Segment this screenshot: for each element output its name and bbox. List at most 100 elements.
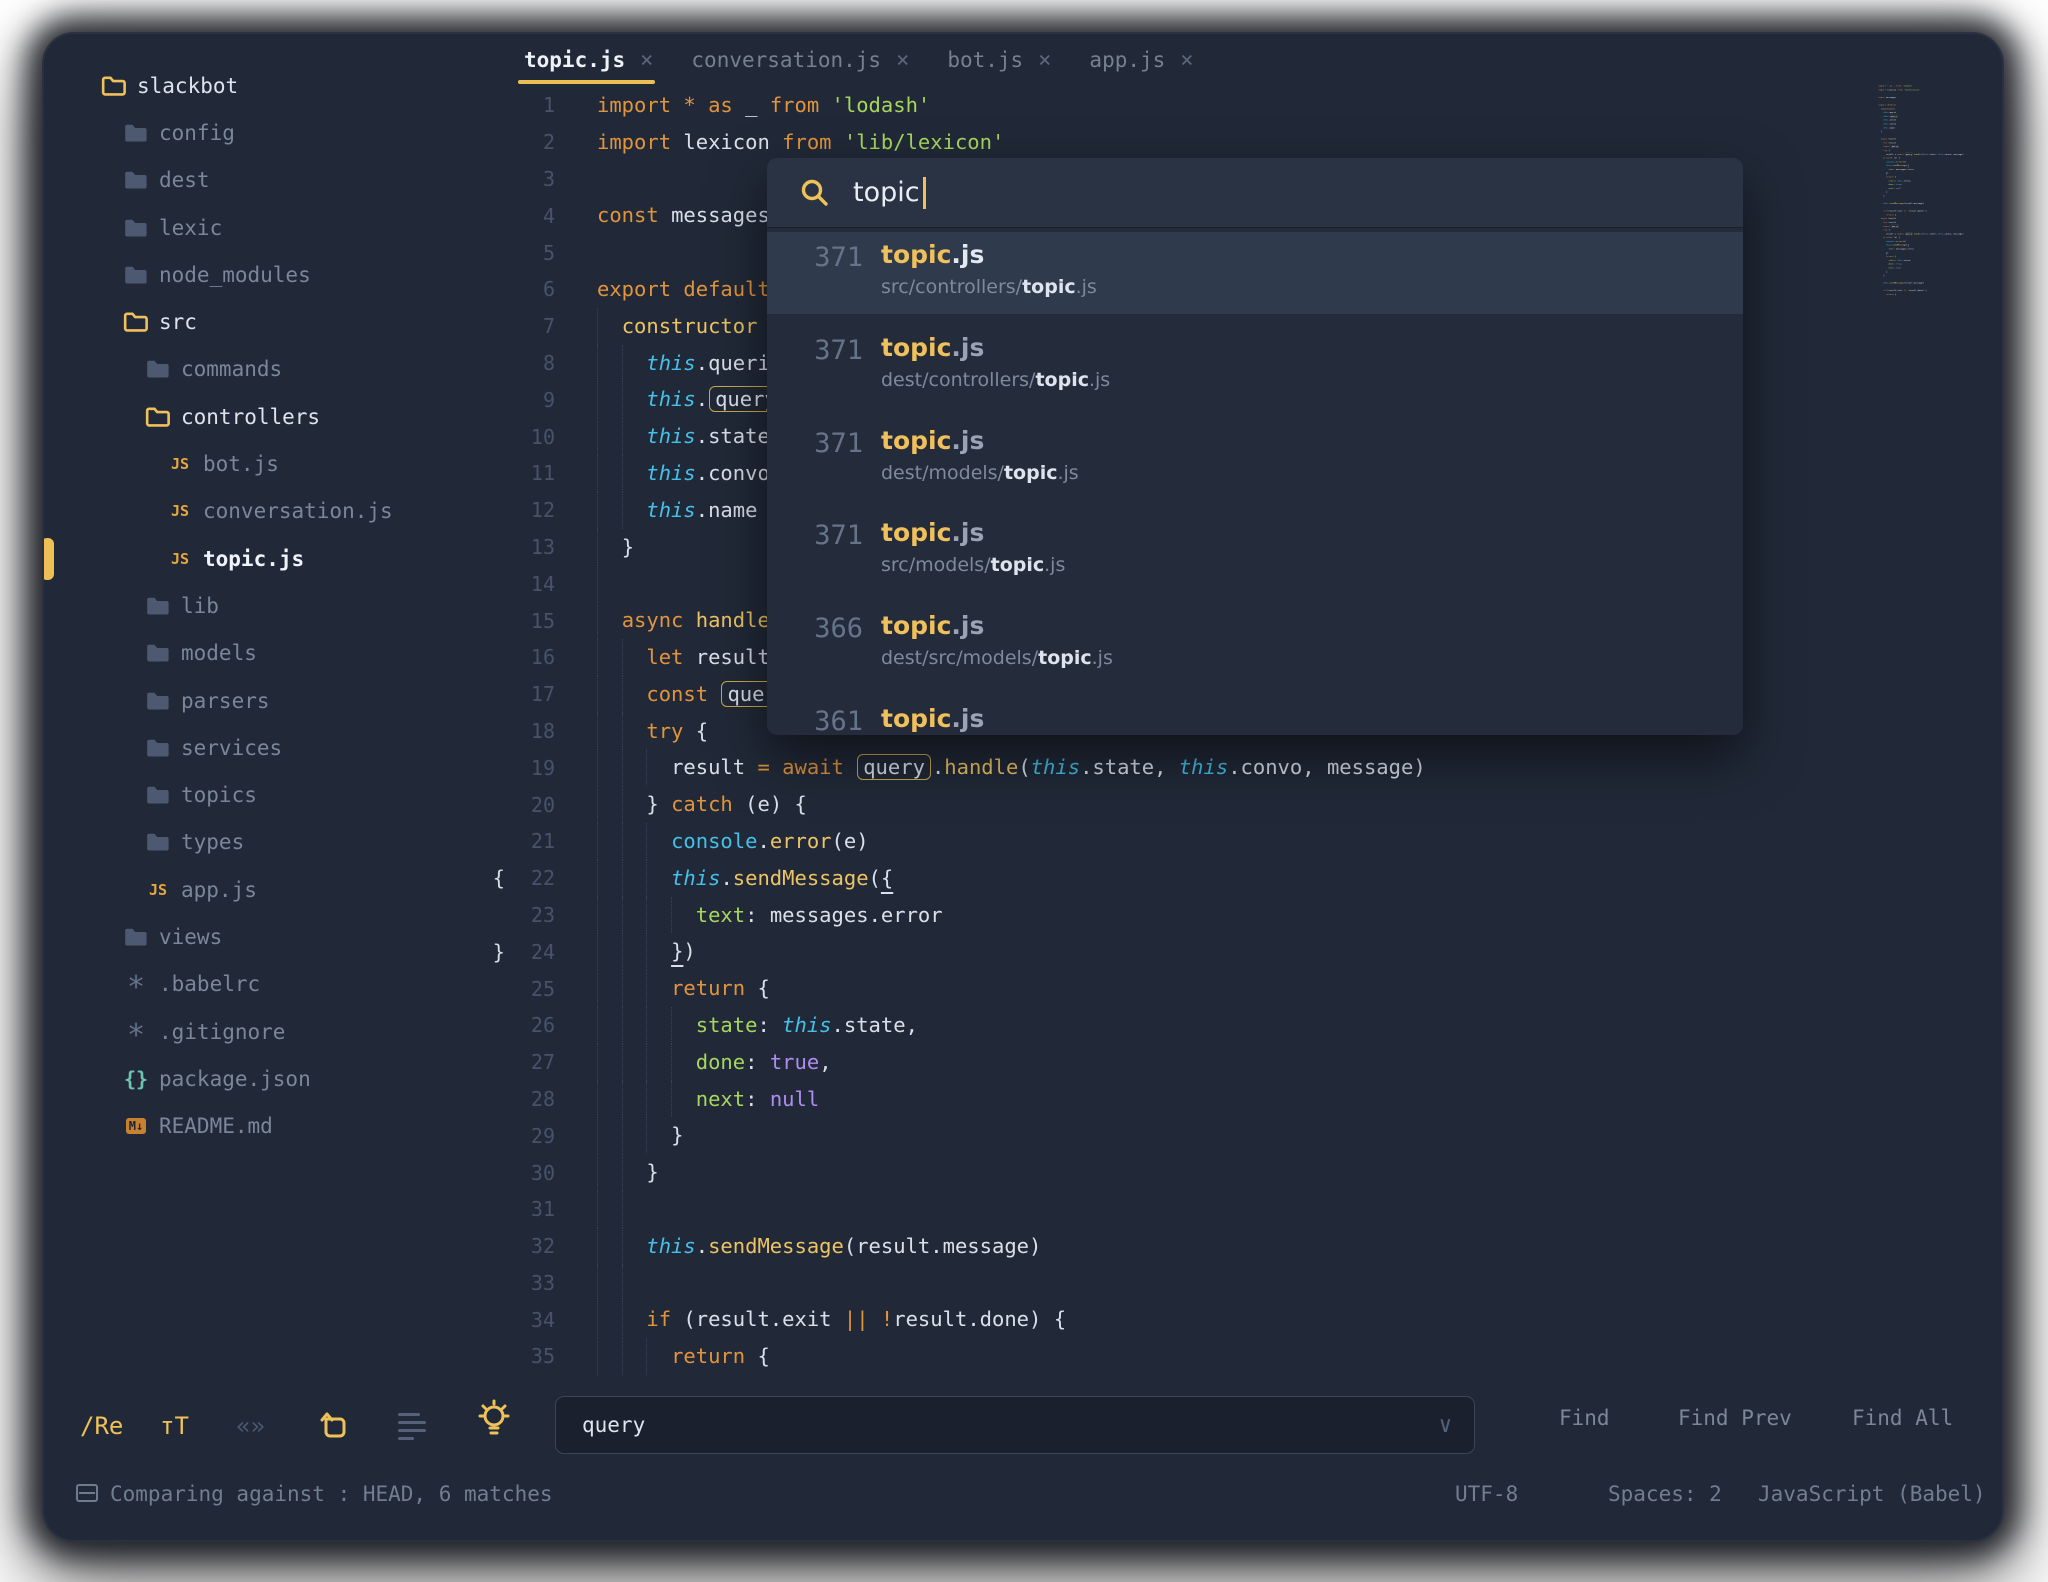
- sidebar-item-models[interactable]: models: [44, 630, 514, 677]
- tab-label: bot.js: [947, 48, 1023, 72]
- sidebar-item-label: controllers: [181, 405, 320, 429]
- code-line[interactable]: 20 } catch (e) {: [469, 786, 1426, 823]
- code-line[interactable]: 25 return {: [469, 970, 1426, 1007]
- sidebar-item-package-json[interactable]: {}package.json: [44, 1055, 514, 1102]
- close-icon[interactable]: ×: [1180, 48, 1193, 73]
- code-line[interactable]: 27 done: true,: [469, 1044, 1426, 1081]
- code-line[interactable]: 1import * as _ from 'lodash': [469, 87, 1426, 124]
- sidebar-item-views[interactable]: views: [44, 913, 514, 960]
- folder-icon: [143, 690, 173, 712]
- sidebar-item-slackbot[interactable]: slackbot: [44, 62, 514, 109]
- code-line[interactable]: 30 }: [469, 1154, 1426, 1191]
- sidebar-item-lib[interactable]: lib: [44, 582, 514, 629]
- code-text: this.sendMessage({: [597, 860, 893, 897]
- indent-guide: [597, 1301, 598, 1338]
- sidebar-item-controllers[interactable]: controllers: [44, 393, 514, 440]
- find-all-button[interactable]: Find All: [1852, 1406, 1953, 1430]
- sidebar-item-types[interactable]: types: [44, 819, 514, 866]
- whole-word-icon[interactable]: «»: [236, 1406, 265, 1446]
- in-selection-icon[interactable]: [398, 1406, 426, 1446]
- indent-guide: [622, 1044, 623, 1081]
- sidebar-item-services[interactable]: services: [44, 724, 514, 771]
- sidebar-item--gitignore[interactable]: *.gitignore: [44, 1008, 514, 1055]
- close-icon[interactable]: ×: [896, 48, 909, 73]
- overlay-result-row[interactable]: 371topic.jssrc/controllers/topic.js: [767, 232, 1743, 314]
- code-line[interactable]: {22 this.sendMessage({: [469, 860, 1426, 897]
- line-number: 32: [505, 1234, 555, 1258]
- close-icon[interactable]: ×: [1038, 48, 1051, 73]
- sidebar-item-topic-js[interactable]: JStopic.js: [44, 535, 514, 582]
- indent-guide: [597, 897, 598, 934]
- find-input[interactable]: query ∨: [555, 1396, 1475, 1454]
- code-line[interactable]: 23 text: messages.error: [469, 897, 1426, 934]
- overlay-result-row[interactable]: 361topic.js: [767, 696, 1743, 735]
- sidebar-item-config[interactable]: config: [44, 109, 514, 156]
- minimap[interactable]: import * as _ from 'lodash'import lexico…: [1874, 84, 1966, 298]
- find-button[interactable]: Find: [1559, 1406, 1610, 1430]
- indent-guide: [646, 1081, 647, 1118]
- sidebar-item-label: services: [181, 736, 282, 760]
- sidebar-item--babelrc[interactable]: *.babelrc: [44, 961, 514, 1008]
- find-prev-button[interactable]: Find Prev: [1678, 1406, 1792, 1430]
- code-text: [597, 565, 622, 602]
- code-text: import lexicon from 'lib/lexicon': [597, 124, 1004, 161]
- sidebar-item-label: bot.js: [203, 452, 279, 476]
- sidebar-item-bot-js[interactable]: JSbot.js: [44, 440, 514, 487]
- indent-guide: [597, 676, 598, 713]
- syntax-indicator[interactable]: JavaScript (Babel): [1758, 1482, 1986, 1506]
- sidebar-item-README-md[interactable]: M↓README.md: [44, 1103, 514, 1150]
- code-line[interactable]: 29 }: [469, 1117, 1426, 1154]
- overlay-result-row[interactable]: 371topic.jsdest/models/topic.js: [767, 418, 1743, 500]
- close-icon[interactable]: ×: [640, 48, 653, 73]
- case-sensitive-icon[interactable]: тT: [160, 1406, 189, 1446]
- sidebar-item-lexic[interactable]: lexic: [44, 204, 514, 251]
- sidebar-item-topics[interactable]: topics: [44, 771, 514, 818]
- chevron-down-icon[interactable]: ∨: [1439, 1413, 1452, 1438]
- highlight-matches-icon[interactable]: [476, 1400, 512, 1440]
- regex-toggle-icon[interactable]: /Re: [80, 1406, 123, 1446]
- tab-conversation-js[interactable]: conversation.js×: [691, 48, 909, 73]
- tab-topic-js[interactable]: topic.js×: [524, 48, 653, 73]
- result-score: 371: [803, 335, 863, 366]
- wrap-search-icon[interactable]: [320, 1406, 350, 1446]
- overlay-result-row[interactable]: 366topic.jsdest/src/models/topic.js: [767, 603, 1743, 685]
- sidebar-item-dest[interactable]: dest: [44, 157, 514, 204]
- overlay-result-row[interactable]: 371topic.jssrc/models/topic.js: [767, 510, 1743, 592]
- code-line[interactable]: 19 result = await query.handle(this.stat…: [469, 749, 1426, 786]
- sidebar-item-node_modules[interactable]: node_modules: [44, 251, 514, 298]
- sidebar-item-label: README.md: [159, 1114, 273, 1138]
- code-line[interactable]: 34 if (result.exit || !result.done) {: [469, 1301, 1426, 1338]
- overlay-search-row[interactable]: topic: [767, 158, 1743, 228]
- indent-guide: [597, 1007, 598, 1044]
- code-line[interactable]: 31: [469, 1191, 1426, 1228]
- code-line[interactable]: }24 }): [469, 933, 1426, 970]
- code-text: let result: [597, 639, 770, 676]
- code-text: import * as _ from 'lodash': [597, 87, 930, 124]
- overlay-result-row[interactable]: 371topic.jsdest/controllers/topic.js: [767, 325, 1743, 407]
- indent-guide: [646, 1007, 647, 1044]
- code-line[interactable]: 32 this.sendMessage(result.message): [469, 1228, 1426, 1265]
- indent-guide: [671, 1044, 672, 1081]
- folder-icon: [143, 831, 173, 853]
- sidebar-item-parsers[interactable]: parsers: [44, 677, 514, 724]
- code-line[interactable]: 33: [469, 1265, 1426, 1302]
- code-line[interactable]: 35 return {: [469, 1338, 1426, 1375]
- sidebar-item-src[interactable]: src: [44, 298, 514, 345]
- overlay-search-input[interactable]: topic: [853, 177, 920, 208]
- encoding-indicator[interactable]: UTF-8: [1455, 1482, 1518, 1506]
- sidebar-item-commands[interactable]: commands: [44, 346, 514, 393]
- tab-bar: topic.js×conversation.js×bot.js×app.js×: [524, 38, 1194, 82]
- tab-app-js[interactable]: app.js×: [1089, 48, 1193, 73]
- tab-bot-js[interactable]: bot.js ×: [947, 48, 1051, 73]
- sidebar-item-app-js[interactable]: JSapp.js: [44, 866, 514, 913]
- goto-anything-overlay: topic 371topic.jssrc/controllers/topic.j…: [767, 158, 1743, 735]
- sidebar-item-conversation-js[interactable]: JSconversation.js: [44, 488, 514, 535]
- code-line[interactable]: 26 state: this.state,: [469, 1007, 1426, 1044]
- folder-open-icon: [143, 406, 173, 428]
- code-line[interactable]: 28 next: null: [469, 1081, 1426, 1118]
- code-text: [597, 1191, 646, 1228]
- indentation-indicator[interactable]: Spaces: 2: [1608, 1482, 1722, 1506]
- code-line[interactable]: 21 console.error(e): [469, 823, 1426, 860]
- code-line[interactable]: 2import lexicon from 'lib/lexicon': [469, 124, 1426, 161]
- line-number: 17: [505, 682, 555, 706]
